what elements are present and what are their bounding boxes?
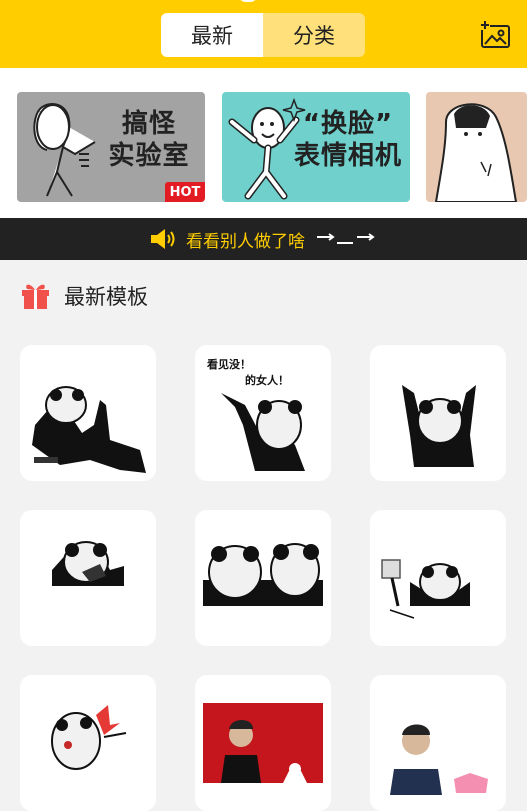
banner-card-lab[interactable]: 搞怪 实验室 HOT [17, 92, 205, 202]
speaker-icon [151, 229, 175, 249]
template-tile[interactable] [20, 675, 156, 811]
arrow-right-icon [317, 233, 375, 244]
template-tile[interactable] [370, 510, 506, 646]
tab-latest[interactable]: 最新 [161, 13, 263, 57]
top-bar: 最新 分类 [0, 0, 527, 68]
banner-card-faceswap[interactable]: “换脸” 表情相机 [222, 92, 410, 202]
tab-switcher: 最新 分类 [161, 13, 365, 57]
banner-card-title-line2: 表情相机 [293, 141, 402, 171]
template-tile[interactable] [195, 675, 331, 811]
meme-panda-thumbnail [32, 386, 146, 473]
tab-category[interactable]: 分类 [263, 13, 365, 57]
ghost-illustration [434, 103, 518, 202]
template-tile[interactable] [20, 510, 156, 646]
meme-panda-thumbnail [402, 385, 476, 467]
template-tile[interactable] [195, 510, 331, 646]
banner-card-title-line1: “换脸” [302, 109, 394, 139]
gift-icon [22, 284, 49, 309]
hot-badge: HOT [165, 182, 205, 202]
template-tile[interactable] [370, 675, 506, 811]
banner-carousel: 搞怪 实验室 HOT “换脸” 表情相机 [0, 68, 527, 218]
person-photo-thumbnail [203, 703, 323, 783]
notice-text: 看看别人做了啥 [186, 231, 305, 252]
section-title: 最新模板 [64, 285, 148, 309]
person-photo-thumbnail [390, 724, 488, 795]
meme-panda-thumbnail [221, 393, 305, 471]
meme-panda-cleaver-thumbnail [381, 559, 470, 619]
meme-panda-thumbnail [51, 705, 127, 770]
meme-panda-thumbnail [52, 541, 124, 586]
template-tile[interactable] [370, 345, 506, 481]
image-add-icon[interactable] [480, 20, 512, 50]
banner-card-title-line1: 搞怪 [121, 109, 176, 139]
meme-panda-pair-thumbnail [203, 543, 323, 606]
template-tile[interactable]: 看见没！ 的女人！ [195, 345, 331, 481]
notice-bar[interactable]: 看看别人做了啥 [0, 218, 527, 260]
template-tile[interactable] [20, 345, 156, 481]
banner-card-title-line2: 实验室 [108, 141, 190, 171]
banner-card-partial[interactable] [426, 92, 527, 202]
status-clip-shape [238, 0, 258, 2]
